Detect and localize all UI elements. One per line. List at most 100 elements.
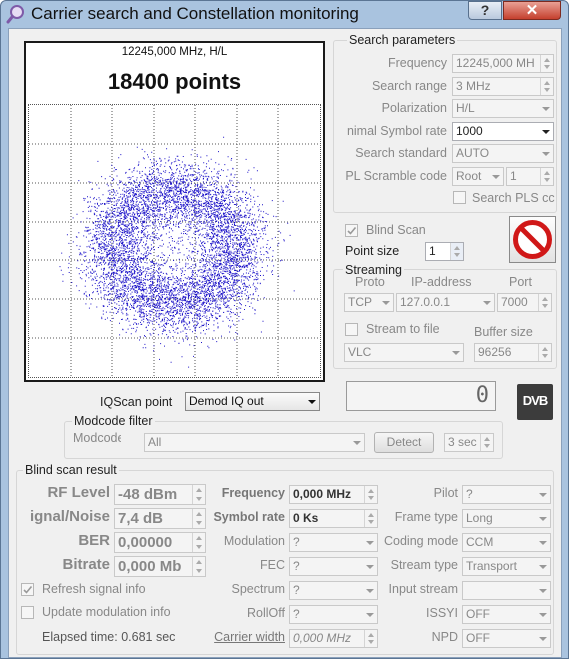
elapsed-time: Elapsed time: 0.681 sec	[42, 630, 176, 644]
iqscan-select[interactable]: Demod IQ out	[185, 392, 320, 411]
polarization-select[interactable]: H/L	[452, 99, 554, 118]
symbol-rate-label: nimal Symbol rate	[346, 124, 447, 138]
timeout-input[interactable]: 3 sec	[444, 433, 494, 452]
stream-to-file-checkbox[interactable]	[345, 323, 358, 336]
signal-noise-value: 7,4 dB	[118, 510, 164, 527]
npd-value: OFF	[466, 631, 490, 645]
constellation-panel: 12245,000 MHz, H/L 18400 points	[24, 41, 325, 382]
coding-mode-label: Coding mode	[384, 534, 459, 548]
proto-select[interactable]: TCP	[344, 293, 394, 312]
coding-mode-select[interactable]: CCM	[462, 533, 551, 552]
packet-counter-value: 0	[475, 383, 489, 408]
carrier-width-label: Carrier width	[214, 630, 285, 644]
frequency-spinner[interactable]	[540, 55, 553, 72]
modcode-label: Modcode	[73, 431, 121, 445]
spectrum-select[interactable]: ?	[289, 581, 378, 600]
search-pls-checkbox[interactable]	[453, 191, 466, 204]
port-spinner[interactable]	[538, 294, 551, 311]
search-range-input[interactable]: 3 MHz	[452, 77, 554, 96]
modulation-label: Modulation	[223, 534, 285, 548]
buffer-size-spinner[interactable]	[538, 344, 551, 361]
point-size-spinner[interactable]	[450, 243, 463, 260]
modcode-value: All	[148, 435, 162, 449]
pl-scramble-mode-select[interactable]: Root	[452, 167, 504, 186]
modcode-filter-title: Modcode filter	[72, 414, 155, 428]
blind-scan-checkbox[interactable]	[345, 224, 358, 237]
pilot-select[interactable]: ?	[462, 485, 551, 504]
rolloff-label: RollOff	[247, 606, 285, 620]
close-button[interactable]: ✕	[503, 1, 561, 20]
buffer-size-input[interactable]: 96256	[474, 343, 552, 362]
chevron-down-icon	[539, 493, 547, 497]
port-value: 7000	[501, 295, 528, 309]
search-standard-select[interactable]: AUTO	[452, 144, 554, 163]
port-input[interactable]: 7000	[497, 293, 552, 312]
carrier-width-spinner	[364, 630, 377, 647]
point-size-input[interactable]: 1	[425, 242, 464, 261]
signal-noise-label: ignal/Noise	[29, 508, 110, 525]
chevron-down-icon	[366, 589, 374, 593]
rolloff-select[interactable]: ?	[289, 605, 378, 624]
detect-button[interactable]: Detect	[374, 432, 434, 453]
ip-address-select[interactable]: 127.0.0.1	[396, 293, 495, 312]
ber-value-box: 0,00000	[114, 532, 206, 553]
symbol-rate-value: 1000	[456, 124, 483, 138]
constellation-scatter	[29, 105, 320, 377]
ip-address-value: 127.0.0.1	[400, 295, 451, 309]
modulation-select[interactable]: ?	[289, 533, 378, 552]
coding-mode-value: CCM	[466, 535, 494, 549]
chevron-down-icon	[308, 400, 316, 404]
frequency-input[interactable]: 12245,000 MH	[452, 54, 554, 73]
search-pls-label: Search PLS cc	[472, 191, 555, 205]
update-modulation-info-checkbox[interactable]	[21, 606, 34, 619]
stop-button[interactable]	[509, 216, 556, 263]
chevron-down-icon	[539, 565, 547, 569]
rolloff-value: ?	[293, 607, 300, 621]
carrier-width-value-box: 0,000 MHz	[289, 629, 378, 648]
npd-select[interactable]: OFF	[462, 629, 551, 648]
timeout-value: 3 sec	[448, 435, 477, 449]
blind-scan-result-title: Blind scan result	[23, 463, 119, 477]
pl-scramble-spinner[interactable]	[540, 168, 553, 185]
help-button[interactable]: ?	[468, 1, 502, 20]
result-frequency-value-box: 0,000 MHz	[289, 485, 378, 504]
constellation-dots	[59, 136, 295, 368]
constellation-plot	[28, 104, 321, 378]
proto-value: TCP	[348, 295, 372, 309]
pilot-value: ?	[466, 487, 473, 501]
signal-noise-value-box: 7,4 dB	[114, 508, 206, 529]
chevron-down-icon	[539, 541, 547, 545]
player-select[interactable]: VLC	[344, 343, 464, 362]
fec-label: FEC	[260, 558, 285, 572]
pl-scramble-code-input[interactable]: 1	[506, 167, 554, 186]
pl-scramble-mode-value: Root	[456, 169, 482, 183]
issyi-select[interactable]: OFF	[462, 605, 551, 624]
rf-level-label: RF Level	[47, 484, 110, 501]
frequency-value: 12245,000 MH	[456, 56, 535, 70]
symbol-rate-select[interactable]: 1000	[452, 122, 554, 141]
search-range-spinner[interactable]	[540, 78, 553, 95]
fec-select[interactable]: ?	[289, 557, 378, 576]
dvb-logo-text: DVB	[522, 393, 548, 408]
modcode-select[interactable]: All	[144, 433, 365, 452]
bitrate-label: Bitrate	[62, 556, 110, 573]
timeout-spinner[interactable]	[480, 434, 493, 451]
refresh-signal-info-checkbox[interactable]	[21, 583, 34, 596]
spectrum-value: ?	[293, 583, 300, 597]
stream-type-select[interactable]: Transport	[462, 557, 551, 576]
chevron-down-icon	[452, 351, 460, 355]
frame-type-select[interactable]: Long	[462, 509, 551, 528]
search-app-icon	[6, 5, 24, 24]
spectrum-label: Spectrum	[231, 582, 286, 596]
iqscan-value: Demod IQ out	[189, 394, 264, 408]
result-frequency-spinner	[364, 486, 377, 503]
issyi-value: OFF	[466, 607, 490, 621]
fec-value: ?	[293, 559, 300, 573]
update-modulation-info-label: Update modulation info	[42, 605, 171, 619]
checkmark-icon	[23, 585, 33, 594]
input-stream-select[interactable]	[462, 581, 551, 600]
pilot-label: Pilot	[433, 486, 458, 500]
buffer-size-label: Buffer size	[474, 325, 533, 339]
point-size-value: 1	[429, 244, 436, 258]
constellation-points	[59, 136, 295, 368]
